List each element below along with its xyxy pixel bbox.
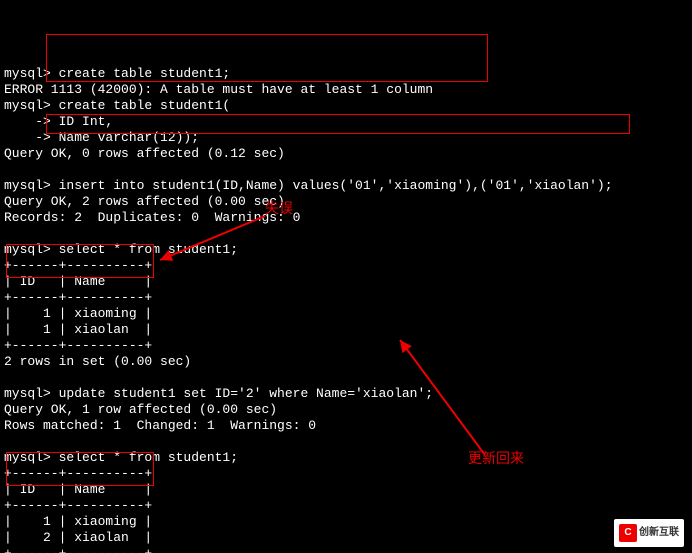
terminal-line: | 1 | xiaoming | bbox=[4, 514, 152, 529]
terminal-line: mysql> insert into student1(ID,Name) val… bbox=[4, 178, 613, 193]
terminal-line: +------+----------+ bbox=[4, 258, 152, 273]
terminal-line: +------+----------+ bbox=[4, 290, 152, 305]
terminal-line: Rows matched: 1 Changed: 1 Warnings: 0 bbox=[4, 418, 316, 433]
terminal-line: | 2 | xiaolan | bbox=[4, 530, 152, 545]
terminal-line: mysql> create table student1; bbox=[4, 66, 230, 81]
terminal-line: +------+----------+ bbox=[4, 466, 152, 481]
terminal-line: 2 rows in set (0.00 sec) bbox=[4, 354, 191, 369]
terminal-line: Query OK, 2 rows affected (0.00 sec) bbox=[4, 194, 285, 209]
terminal-line: Query OK, 1 row affected (0.00 sec) bbox=[4, 402, 277, 417]
terminal-line: mysql> select * from student1; bbox=[4, 450, 238, 465]
terminal-line: +------+----------+ bbox=[4, 338, 152, 353]
terminal-line: Records: 2 Duplicates: 0 Warnings: 0 bbox=[4, 210, 300, 225]
terminal-line: | 1 | xiaolan | bbox=[4, 322, 152, 337]
terminal-line: mysql> update student1 set ID='2' where … bbox=[4, 386, 433, 401]
terminal-line: | ID | Name | bbox=[4, 482, 152, 497]
terminal-line: -> ID Int, bbox=[4, 114, 113, 129]
watermark-logo-icon: C bbox=[619, 524, 637, 542]
terminal-line: -> Name varchar(12)); bbox=[4, 130, 199, 145]
watermark: C 创新互联 bbox=[614, 519, 684, 547]
terminal-line: +------+----------+ bbox=[4, 498, 152, 513]
terminal-output[interactable]: mysql> create table student1; ERROR 1113… bbox=[0, 64, 692, 553]
annotation-update: 更新回来 bbox=[468, 450, 524, 466]
terminal-line: mysql> select * from student1; bbox=[4, 242, 238, 257]
terminal-line: | 1 | xiaoming | bbox=[4, 306, 152, 321]
terminal-line: +------+----------+ bbox=[4, 546, 152, 553]
terminal-line: mysql> create table student1( bbox=[4, 98, 230, 113]
terminal-line: | ID | Name | bbox=[4, 274, 152, 289]
watermark-text: 创新互联 bbox=[639, 525, 679, 541]
terminal-line: Query OK, 0 rows affected (0.12 sec) bbox=[4, 146, 285, 161]
annotation-error: 失误 bbox=[265, 200, 293, 216]
terminal-line: ERROR 1113 (42000): A table must have at… bbox=[4, 82, 433, 97]
